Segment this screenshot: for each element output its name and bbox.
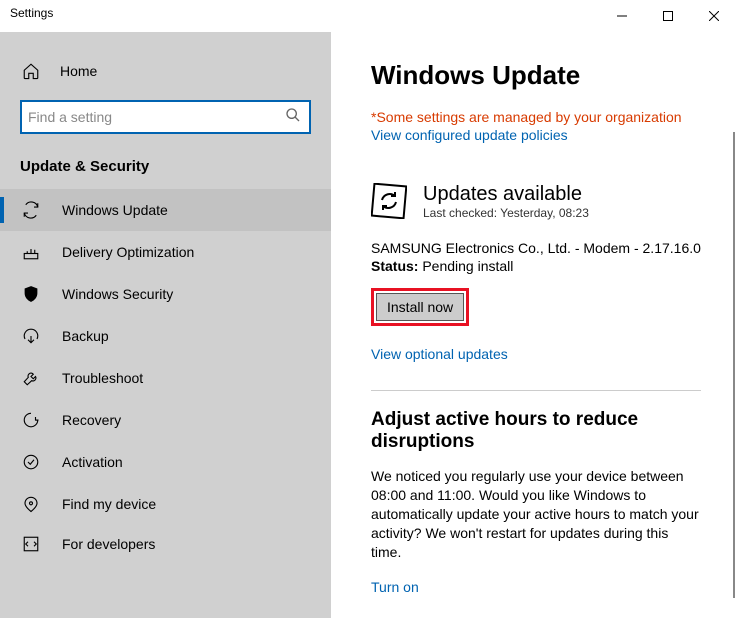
delivery-icon	[22, 243, 40, 261]
update-name: SAMSUNG Electronics Co., Ltd. - Modem - …	[371, 240, 701, 256]
install-button-highlight: Install now	[371, 288, 469, 326]
active-hours-heading: Adjust active hours to reduce disruption…	[371, 409, 701, 453]
window-title: Settings	[10, 6, 53, 20]
install-now-button[interactable]: Install now	[376, 293, 464, 321]
sidebar-item-label: Backup	[62, 328, 109, 344]
sidebar-item-for-developers[interactable]: For developers	[0, 525, 331, 557]
sync-icon	[22, 201, 40, 219]
title-bar: Settings	[0, 0, 737, 32]
sidebar-item-label: Find my device	[62, 496, 156, 512]
activation-icon	[22, 453, 40, 471]
wrench-icon	[22, 369, 40, 387]
sidebar-item-activation[interactable]: Activation	[0, 441, 331, 483]
page-title: Windows Update	[371, 60, 701, 91]
divider	[371, 390, 701, 391]
active-hours-body: We noticed you regularly use your device…	[371, 467, 701, 561]
sidebar-item-find-my-device[interactable]: Find my device	[0, 483, 331, 525]
sidebar-item-delivery-optimization[interactable]: Delivery Optimization	[0, 231, 331, 273]
sidebar-item-label: Windows Security	[62, 286, 173, 302]
close-button[interactable]	[691, 0, 737, 32]
sidebar: Home Update & Security Windows Update De…	[0, 32, 331, 618]
sidebar-item-troubleshoot[interactable]: Troubleshoot	[0, 357, 331, 399]
turn-on-link[interactable]: Turn on	[371, 579, 419, 595]
search-input[interactable]	[28, 109, 285, 125]
sidebar-item-label: Delivery Optimization	[62, 244, 194, 260]
update-status-row: Status: Pending install	[371, 258, 701, 274]
last-checked-text: Last checked: Yesterday, 08:23	[423, 206, 589, 220]
home-icon	[22, 62, 40, 80]
update-status-heading: Updates available	[423, 183, 589, 206]
main-content: Windows Update *Some settings are manage…	[331, 32, 737, 618]
optional-updates-link[interactable]: View optional updates	[371, 346, 701, 362]
sidebar-item-label: Troubleshoot	[62, 370, 143, 386]
sidebar-item-backup[interactable]: Backup	[0, 315, 331, 357]
managed-warning: *Some settings are managed by your organ…	[371, 109, 701, 125]
update-status-icon	[371, 183, 407, 219]
shield-icon	[22, 285, 40, 303]
sidebar-item-windows-security[interactable]: Windows Security	[0, 273, 331, 315]
sidebar-item-label: Windows Update	[62, 202, 168, 218]
recovery-icon	[22, 411, 40, 429]
sidebar-section-header: Update & Security	[0, 134, 331, 183]
maximize-button[interactable]	[645, 0, 691, 32]
sidebar-home[interactable]: Home	[0, 52, 331, 90]
policies-link[interactable]: View configured update policies	[371, 127, 568, 143]
location-icon	[22, 495, 40, 513]
sidebar-item-label: For developers	[62, 536, 155, 552]
sidebar-home-label: Home	[60, 63, 97, 79]
scrollbar[interactable]	[733, 132, 735, 598]
sidebar-item-label: Recovery	[62, 412, 121, 428]
sidebar-item-windows-update[interactable]: Windows Update	[0, 189, 331, 231]
backup-icon	[22, 327, 40, 345]
sidebar-item-label: Activation	[62, 454, 123, 470]
search-input-wrap[interactable]	[20, 100, 311, 134]
search-icon	[285, 107, 301, 128]
minimize-button[interactable]	[599, 0, 645, 32]
developer-icon	[22, 535, 40, 553]
sidebar-item-recovery[interactable]: Recovery	[0, 399, 331, 441]
